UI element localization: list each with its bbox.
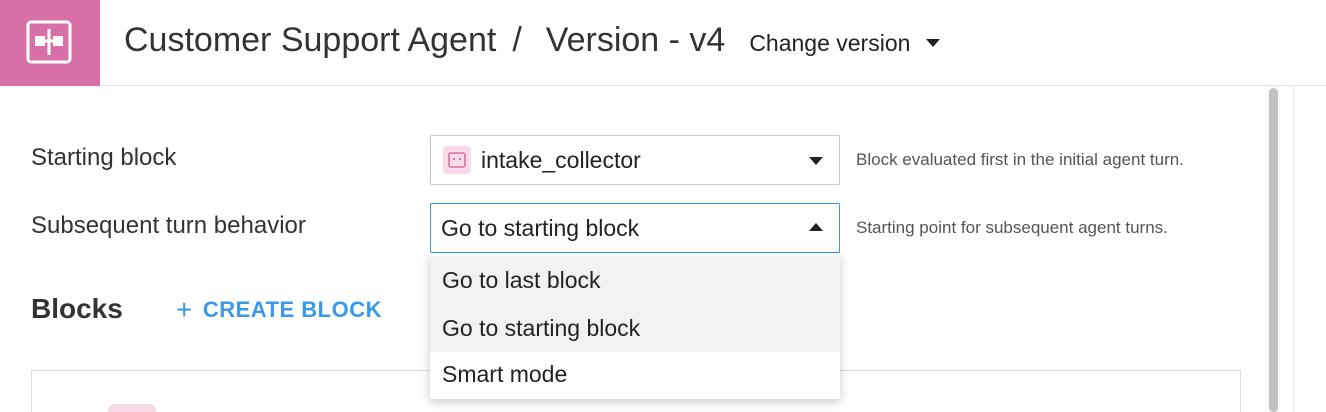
starting-block-value: intake_collector <box>481 146 641 173</box>
block-icon <box>443 146 471 174</box>
subsequent-turn-dropdown: Go to last block Go to starting block Sm… <box>430 254 840 399</box>
breadcrumb: Customer Support Agent / Version - v4 Ch… <box>124 18 941 62</box>
create-block-label: CREATE BLOCK <box>202 297 383 322</box>
starting-block-help: Block evaluated first in the initial age… <box>856 150 1184 169</box>
starting-block-label: Starting block <box>31 144 177 171</box>
page-title: Customer Support Agent <box>124 20 497 59</box>
block-card-icon <box>108 404 156 412</box>
subsequent-turn-value: Go to starting block <box>441 214 640 241</box>
subsequent-turn-label: Subsequent turn behavior <box>31 212 306 239</box>
dropdown-option-go-to-last-block[interactable]: Go to last block <box>430 256 840 304</box>
dropdown-option-go-to-starting-block[interactable]: Go to starting block <box>430 304 840 352</box>
starting-block-select[interactable]: intake_collector <box>430 135 840 185</box>
change-version-label: Change version <box>749 29 911 56</box>
app-tile[interactable] <box>0 0 100 86</box>
caret-down-icon <box>809 157 823 165</box>
version-title: Version - v4 <box>545 20 726 59</box>
dropdown-option-smart-mode[interactable]: Smart mode <box>430 350 840 398</box>
panel-divider <box>1293 86 1294 412</box>
subsequent-turn-help: Starting point for subsequent agent turn… <box>856 218 1168 237</box>
subsequent-turn-select[interactable]: Go to starting block <box>430 203 840 253</box>
caret-down-icon <box>926 39 941 47</box>
caret-up-icon <box>809 223 823 231</box>
scrollbar-thumb[interactable] <box>1269 88 1278 412</box>
plus-icon: + <box>176 294 193 325</box>
create-block-button[interactable]: + CREATE BLOCK <box>176 296 382 324</box>
change-version-button[interactable]: Change version <box>749 29 941 57</box>
blocks-heading: Blocks <box>31 293 123 324</box>
breadcrumb-separator: / <box>512 20 522 59</box>
top-bar: Customer Support Agent / Version - v4 Ch… <box>0 0 1326 86</box>
flow-blocks-icon <box>26 20 72 64</box>
